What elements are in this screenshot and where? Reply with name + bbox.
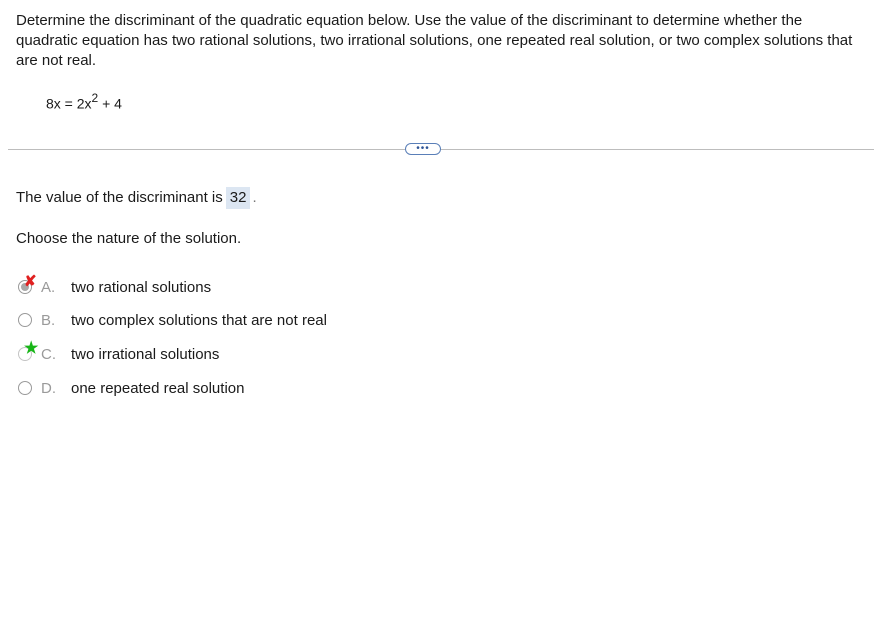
choice-text: two complex solutions that are not real (71, 311, 327, 329)
question-text: Determine the discriminant of the quadra… (16, 12, 853, 69)
incorrect-x-icon: ✘ (24, 273, 37, 290)
choice-b[interactable]: B. two complex solutions that are not re… (18, 310, 327, 330)
choice-letter: B. (41, 311, 56, 329)
discriminant-line: The value of the discriminant is 32. (16, 187, 257, 209)
choice-a[interactable]: A. two rational solutions (18, 277, 211, 297)
choice-letter: D. (41, 379, 56, 397)
more-options-button[interactable]: ••• (405, 143, 441, 155)
choice-d[interactable]: D. one repeated real solution (18, 378, 244, 398)
choice-c[interactable]: C. two irrational solutions (18, 344, 219, 364)
correct-star-icon: ★ (24, 340, 39, 357)
discriminant-label: The value of the discriminant is (16, 189, 223, 206)
quadratic-equation: 8x = 2x2 + 4 (46, 91, 122, 112)
choice-letter: A. (41, 278, 56, 296)
discriminant-answer-box[interactable]: 32 (225, 187, 251, 209)
equation-exponent: 2 (91, 91, 99, 105)
choose-nature-prompt: Choose the nature of the solution. (16, 230, 242, 247)
choice-text: two rational solutions (71, 278, 212, 296)
choice-text: one repeated real solution (71, 379, 245, 397)
equation-lhs: 8x = 2x (46, 95, 92, 112)
radio-button[interactable] (18, 313, 32, 327)
discriminant-suffix: . (252, 189, 257, 206)
choice-text: two irrational solutions (71, 345, 220, 363)
radio-button[interactable] (18, 381, 32, 395)
choice-letter: C. (41, 345, 56, 363)
section-divider (8, 149, 874, 150)
equation-rhs: + 4 (98, 95, 122, 112)
